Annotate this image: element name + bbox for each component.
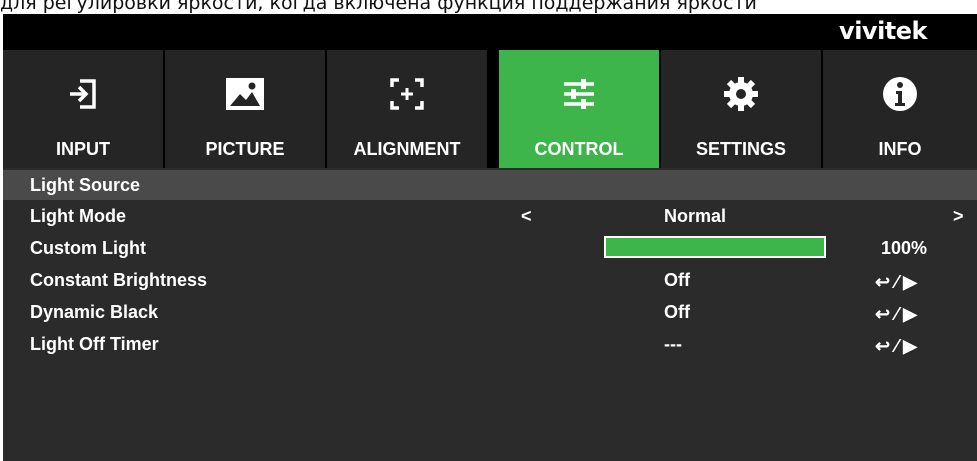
- row-value: Normal: [664, 206, 727, 226]
- enter-icon[interactable]: ↩ ⁄ ▶: [875, 272, 917, 293]
- section-header: Light Source: [3, 170, 977, 200]
- left-arrow-icon[interactable]: <: [521, 206, 532, 227]
- row-value: Off: [664, 270, 690, 290]
- section-title: Light Source: [30, 175, 141, 195]
- right-arrow-icon[interactable]: >: [953, 206, 964, 227]
- row-label: Light Mode: [30, 206, 126, 226]
- picture-icon: [165, 74, 325, 114]
- tab-alignment-label: ALIGNMENT: [353, 139, 461, 159]
- tab-info[interactable]: INFO: [823, 50, 977, 168]
- tab-settings[interactable]: SETTINGS: [661, 50, 821, 168]
- tab-input[interactable]: INPUT: [3, 50, 163, 168]
- custom-light-slider[interactable]: [604, 236, 826, 258]
- menu-row-light-mode[interactable]: Light Mode < Normal >: [3, 200, 977, 232]
- row-label: Light Off Timer: [30, 334, 159, 354]
- tab-control[interactable]: CONTROL: [499, 50, 659, 168]
- control-sliders-icon: [499, 74, 659, 114]
- input-icon: [3, 74, 163, 114]
- menu-row-light-off-timer[interactable]: Light Off Timer --- ↩ ⁄ ▶: [3, 328, 977, 360]
- tab-info-label: INFO: [878, 139, 922, 159]
- tab-alignment[interactable]: ALIGNMENT: [327, 50, 487, 168]
- menu-row-dynamic-black[interactable]: Dynamic Black Off ↩ ⁄ ▶: [3, 296, 977, 328]
- enter-icon[interactable]: ↩ ⁄ ▶: [875, 336, 917, 357]
- menu-panel: Light Source Light Mode < Normal > Custo…: [3, 170, 977, 461]
- menu-tabs: INPUT PICTURE ALIGNMENT CONTROL SETTINGS…: [3, 50, 977, 168]
- row-percent: 100%: [881, 238, 928, 258]
- vivitek-logo: vivitek: [839, 17, 927, 45]
- enter-icon[interactable]: ↩ ⁄ ▶: [875, 304, 917, 325]
- alignment-icon: [327, 74, 487, 114]
- menu-row-constant-brightness[interactable]: Constant Brightness Off ↩ ⁄ ▶: [3, 264, 977, 296]
- slider-fill: [606, 238, 824, 256]
- row-label: Dynamic Black: [30, 302, 159, 322]
- tab-picture-label: PICTURE: [205, 139, 285, 159]
- top-bar: vivitek: [3, 14, 977, 50]
- row-value: Off: [664, 302, 690, 322]
- row-label: Custom Light: [30, 238, 146, 258]
- tab-input-label: INPUT: [56, 139, 110, 159]
- menu-row-custom-light[interactable]: Custom Light 100%: [3, 232, 977, 264]
- tab-picture[interactable]: PICTURE: [165, 50, 325, 168]
- osd-menu: vivitek INPUT PICTURE ALIGNMENT CONTROL …: [3, 14, 977, 461]
- caption-text: для регулировки яркости, когда включена …: [0, 0, 757, 14]
- row-value: ---: [664, 334, 682, 354]
- tab-settings-label: SETTINGS: [695, 139, 786, 159]
- row-label: Constant Brightness: [30, 270, 208, 290]
- gear-icon: [661, 74, 821, 114]
- info-icon: [823, 74, 977, 114]
- tab-control-label: CONTROL: [534, 139, 624, 159]
